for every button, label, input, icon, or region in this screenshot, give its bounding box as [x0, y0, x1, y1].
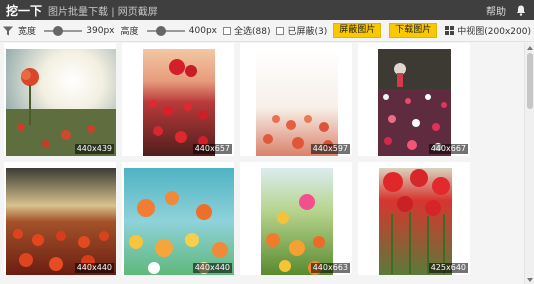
height-slider-knob[interactable]	[155, 25, 166, 36]
image-tile[interactable]: 440x667	[358, 43, 470, 156]
width-slider-track	[44, 29, 83, 32]
height-slider[interactable]	[146, 25, 185, 36]
scroll-up-arrow-icon[interactable]	[525, 43, 534, 52]
height-value: 400px	[188, 25, 217, 36]
app-subtitle: 图片批量下载 | 网页截屏	[48, 6, 158, 18]
flower-photo	[143, 49, 215, 156]
help-link[interactable]: 帮助	[486, 3, 506, 18]
width-slider[interactable]	[44, 25, 83, 36]
image-size-label: 440x663	[310, 263, 350, 273]
select-all-label: 全选(88)	[234, 27, 271, 37]
flower-photo	[261, 168, 333, 275]
app-name: 挖一下	[6, 3, 43, 18]
image-size-label: 440x440	[74, 263, 114, 273]
image-tile[interactable]: 440x597	[240, 43, 352, 156]
blocked-box[interactable]	[276, 26, 285, 35]
flower-photo	[256, 49, 338, 156]
block-images-button[interactable]: 屏蔽图片	[333, 23, 382, 38]
vertical-scrollbar[interactable]	[524, 43, 534, 284]
image-tile[interactable]: 440x439	[4, 43, 116, 156]
width-slider-knob[interactable]	[53, 25, 64, 36]
height-label: 高度	[120, 27, 139, 37]
flower-photo	[6, 49, 116, 156]
view-mode-toggle[interactable]: 中视图(200x200)	[445, 24, 531, 37]
image-size-label: 440x597	[310, 144, 350, 154]
image-size-label: 440x667	[428, 144, 468, 154]
title-bar: 挖一下 图片批量下载 | 网页截屏 帮助	[0, 0, 534, 20]
scroll-thumb[interactable]	[527, 53, 533, 109]
scroll-down-arrow-icon[interactable]	[525, 275, 534, 284]
grid-icon	[445, 26, 455, 35]
flower-photo	[124, 168, 234, 275]
height-slider-track	[146, 29, 185, 32]
toolbar: 宽度 390px 高度 400px 全选(88) 已屏蔽(3) 屏蔽图片 下载图…	[0, 20, 534, 42]
image-tile[interactable]: 440x657	[122, 43, 234, 156]
width-value: 390px	[86, 25, 115, 36]
image-grid: 440x439 440x657 440x597 440x667 440x440 …	[0, 43, 524, 284]
download-images-button[interactable]: 下载图片	[389, 23, 438, 38]
image-size-label: 440x657	[192, 144, 232, 154]
flower-photo	[379, 168, 452, 275]
image-tile[interactable]: 440x440	[4, 162, 116, 275]
bell-icon[interactable]	[516, 5, 526, 16]
image-tile[interactable]: 440x440	[122, 162, 234, 275]
image-size-label: 440x439	[74, 144, 114, 154]
flower-photo	[378, 49, 451, 156]
image-tile[interactable]: 440x663	[240, 162, 352, 275]
blocked-label: 已屏蔽(3)	[287, 27, 328, 37]
image-size-label: 425x640	[428, 263, 468, 273]
select-all-checkbox[interactable]: 全选(88)	[223, 24, 270, 37]
image-tile[interactable]: 425x640	[358, 162, 470, 275]
view-mode-label: 中视图(200x200)	[457, 27, 531, 37]
select-all-box[interactable]	[223, 26, 231, 35]
filter-icon[interactable]	[3, 26, 13, 36]
blocked-checkbox[interactable]: 已屏蔽(3)	[276, 24, 327, 37]
flower-photo	[6, 168, 116, 275]
width-label: 宽度	[18, 27, 37, 37]
image-size-label: 440x440	[192, 263, 232, 273]
